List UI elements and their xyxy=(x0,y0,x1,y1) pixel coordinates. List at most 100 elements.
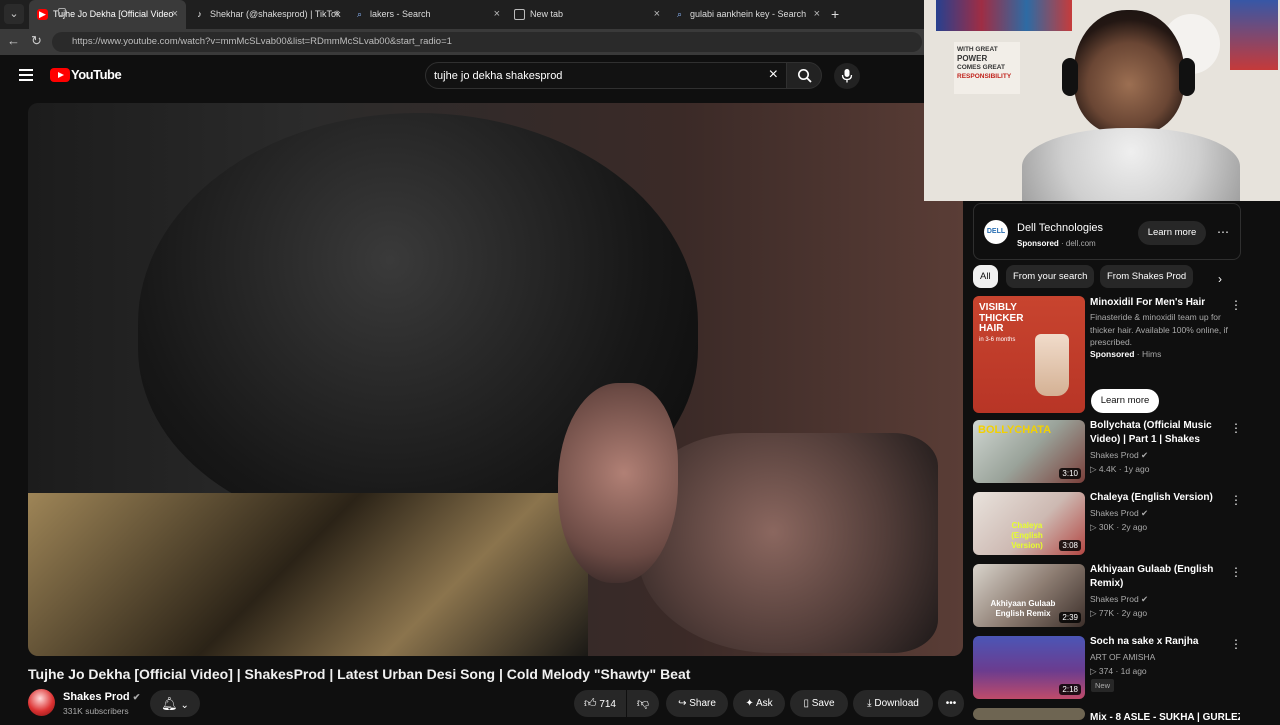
tab-title: New tab xyxy=(530,9,564,19)
recommendation-channel: Shakes Prod ✔ xyxy=(1090,448,1148,462)
tab-title: gulabi aankhein key - Search xyxy=(690,9,807,19)
recommendation-more-icon[interactable]: ⋮ xyxy=(1230,494,1242,506)
recommendation-title[interactable]: Bollychata (Official Music Video) | Part… xyxy=(1090,419,1220,447)
close-tab-icon[interactable]: × xyxy=(334,0,340,29)
recommendation-thumbnail[interactable]: BOLLYCHATA 3:10 xyxy=(973,420,1085,483)
ask-button[interactable]: ✦ Ask xyxy=(733,690,785,717)
video-frame-face xyxy=(638,433,938,653)
sparkle-icon: ✦ xyxy=(745,698,754,709)
notifications-button[interactable]: 🔔︎ ⌄ xyxy=(150,690,200,717)
browser-tab-lakers-search[interactable]: ⌕ lakers - Search × xyxy=(346,0,506,29)
search-icon: ⌕ xyxy=(676,9,683,20)
youtube-icon: ▶ xyxy=(37,9,48,21)
browser-tab-gulabi-search[interactable]: ⌕ gulabi aankhein key - Search × xyxy=(666,0,826,29)
url-field[interactable]: https://www.youtube.com/watch?v=mmMcSLva… xyxy=(52,32,922,52)
chip-from-your-search[interactable]: From your search xyxy=(1006,265,1095,288)
chevron-right-icon[interactable]: › xyxy=(1218,272,1222,286)
duration-badge: 3:10 xyxy=(1059,468,1081,479)
recommendation-stats: ▷ 4.4K · 1y ago xyxy=(1090,464,1150,474)
recommendation-channel: ART OF AMISHA xyxy=(1090,650,1155,664)
browser-tab-youtube[interactable]: ▶ Tujhe Jo Dekha [Official Video × xyxy=(29,0,186,29)
reload-icon[interactable]: ↻ xyxy=(31,33,42,49)
recommendation-more-icon[interactable]: ⋮ xyxy=(1230,422,1242,434)
ad-more-icon[interactable]: ⋯ xyxy=(1217,226,1229,238)
hamburger-menu-icon[interactable] xyxy=(19,69,33,84)
tab-list-chevron-icon[interactable]: ⌄ xyxy=(4,4,24,24)
duration-badge: 2:18 xyxy=(1059,684,1081,695)
streamer-shirt xyxy=(1022,128,1240,201)
bell-icon: 🔔︎ xyxy=(161,696,178,711)
headphones-left xyxy=(1062,58,1078,96)
search-input[interactable] xyxy=(434,68,754,84)
browser-tab-tiktok[interactable]: ♪ Shekhar (@shakesprod) | TikTok × xyxy=(186,0,346,29)
close-tab-icon[interactable]: × xyxy=(814,0,820,29)
clear-search-icon[interactable]: × xyxy=(769,66,778,84)
channel-avatar[interactable] xyxy=(28,689,55,716)
recommendation-thumbnail[interactable] xyxy=(973,708,1085,720)
download-icon: ⤓ xyxy=(867,698,872,709)
thumbs-up-icon: 👍︎ xyxy=(583,696,597,710)
like-button[interactable]: 👍︎ 714 xyxy=(574,690,626,717)
video-frame-ear xyxy=(558,383,678,583)
search-button[interactable] xyxy=(786,62,822,89)
recommendation-thumbnail[interactable]: 2:18 xyxy=(973,636,1085,699)
browser-tab-new-tab[interactable]: New tab × xyxy=(506,0,666,29)
streamer-head xyxy=(1074,10,1184,134)
chip-from-shakes-prod[interactable]: From Shakes Prod xyxy=(1100,265,1194,288)
recommendation-thumb-text: Akhiyaan Gulaab English Remix xyxy=(990,599,1056,618)
promoted-title[interactable]: Minoxidil For Men's Hair xyxy=(1090,296,1220,310)
recommendation-thumb-text: Chaleya (English Version) xyxy=(1011,521,1043,550)
search-box: × xyxy=(425,62,787,89)
youtube-logo-text: YouTube xyxy=(71,67,122,82)
poster-line: COMES GREAT xyxy=(957,64,1005,71)
recommendation-title[interactable]: Akhiyaan Gulaab (English Remix) xyxy=(1090,563,1220,591)
recommendation-stats: ▷ 30K · 2y ago xyxy=(1090,522,1148,532)
recommendation-title[interactable]: Chaleya (English Version) xyxy=(1090,491,1220,505)
sidebar-ad-card[interactable]: DELL Dell Technologies Sponsored · dell.… xyxy=(973,203,1241,260)
poster-line: POWER xyxy=(957,54,988,63)
ad-learn-more-button[interactable]: Learn more xyxy=(1138,221,1206,245)
recommendation-title[interactable]: Soch na sake x Ranjha xyxy=(1090,635,1220,649)
video-player[interactable] xyxy=(28,103,963,656)
site-info-icon[interactable] xyxy=(58,8,66,16)
promoted-thumbnail[interactable]: VISIBLY THICKER HAIR in 3-6 months xyxy=(973,296,1085,413)
recommendation-title[interactable]: Mix - 8 ASLE - SUKHA | GURLEZ xyxy=(1090,711,1240,725)
download-label: Download xyxy=(874,698,919,709)
promoted-thumb-line: in 3-6 months xyxy=(979,336,1016,343)
promoted-description: Finasteride & minoxidil team up for thic… xyxy=(1090,312,1228,347)
search-icon xyxy=(798,69,812,83)
search-icon: ⌕ xyxy=(356,9,363,20)
ad-meta: Sponsored · dell.com xyxy=(1017,239,1096,248)
promoted-more-icon[interactable]: ⋮ xyxy=(1230,299,1242,311)
promoted-learn-more-button[interactable]: Learn more xyxy=(1091,389,1159,413)
microphone-icon xyxy=(841,69,853,83)
views: 30K xyxy=(1098,522,1115,532)
channel-name[interactable]: Shakes Prod ✔ xyxy=(63,691,140,703)
chip-all[interactable]: All xyxy=(973,265,998,288)
close-tab-icon[interactable]: × xyxy=(654,0,660,29)
thumbs-down-icon: 👎︎ xyxy=(636,696,650,710)
download-button[interactable]: ⤓ Download xyxy=(853,690,933,717)
new-tab-button[interactable]: + xyxy=(828,0,848,29)
tiktok-icon: ♪ xyxy=(197,9,202,20)
age: 2y ago xyxy=(1121,522,1148,532)
channel-label: Shakes Prod xyxy=(1090,594,1139,604)
recommendation-channel: Shakes Prod ✔ xyxy=(1090,592,1148,606)
share-button[interactable]: ↪ Share xyxy=(666,690,728,717)
recommendation-thumbnail[interactable]: Chaleya (English Version) 3:08 xyxy=(973,492,1085,555)
recommendation-more-icon[interactable]: ⋮ xyxy=(1230,638,1242,650)
more-actions-button[interactable]: ••• xyxy=(938,690,964,717)
voice-search-button[interactable] xyxy=(834,63,860,89)
dislike-button[interactable]: 👎︎ xyxy=(627,690,659,717)
views: 374 xyxy=(1098,666,1114,676)
back-arrow-icon[interactable]: ← xyxy=(7,33,20,48)
recommendation-thumbnail[interactable]: Akhiyaan Gulaab English Remix 2:39 xyxy=(973,564,1085,627)
verified-icon: ✔ xyxy=(132,692,141,702)
save-button[interactable]: ▯ Save xyxy=(790,690,848,717)
wall-photos xyxy=(936,0,1072,31)
close-tab-icon[interactable]: × xyxy=(172,0,178,29)
close-tab-icon[interactable]: × xyxy=(494,0,500,29)
promoted-thumb-text: VISIBLY THICKER HAIR in 3-6 months xyxy=(979,302,1023,345)
ad-sponsored-label: Sponsored xyxy=(1017,239,1059,248)
recommendation-more-icon[interactable]: ⋮ xyxy=(1230,566,1242,578)
